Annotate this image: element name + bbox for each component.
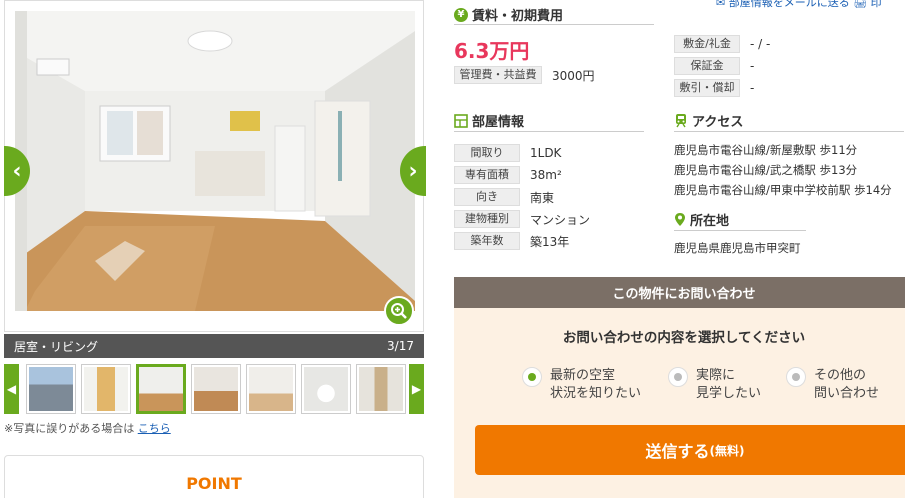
room-heading-text: 部屋情報 [472,115,525,130]
room-row-building-type: 建物種別 マンション [454,210,590,228]
photo-error-text: ※写真に誤りがある場合は [4,422,135,435]
room-value: 築13年 [530,234,570,249]
room-row-age: 築年数 築13年 [454,232,569,250]
room-label: 築年数 [454,232,520,250]
inquiry-option-vacancy[interactable]: 最新の空室 状況を知りたい [522,367,641,403]
deposit-value: - / - [750,37,771,51]
divider [674,131,904,132]
map-pin-icon [675,213,685,226]
chevron-left-icon: ‹ [12,158,22,184]
thumb-next-button[interactable]: ▶ [409,364,424,414]
discount-row: 敷引・償却 - [674,79,754,97]
room-value: 1LDK [530,146,562,160]
zoom-in-icon [391,303,407,319]
photo-error-link[interactable]: こちら [138,422,171,435]
thumb-prev-button[interactable]: ◀ [4,364,19,414]
thumbnail-4[interactable] [191,364,241,414]
room-photo-image [15,11,415,311]
room-label: 専有面積 [454,166,520,184]
management-fee-value: 3000円 [552,68,595,83]
radio-button[interactable] [786,367,806,387]
point-title: POINT [186,474,242,493]
photo-caption-bar: 居室・リビング 3/17 [4,334,424,358]
access-heading-text: アクセス [692,115,744,130]
inquiry-form: この物件にお問い合わせ お問い合わせの内容を選択してください 最新の空室 状況を知… [454,277,905,498]
room-label: 間取り [454,144,520,162]
rent-heading-text: 賃料・初期費用 [472,9,564,24]
management-fee-row: 管理費・共益費 3000円 [454,66,595,84]
deposit-row: 敷金/礼金 - / - [674,35,770,53]
access-line: 鹿児島市電谷山線/甲東中学校前駅 歩14分 [674,183,892,197]
inquiry-option-label: 最新の空室 状況を知りたい [550,368,642,401]
room-row-direction: 向き 南東 [454,188,554,206]
room-value: 38m² [530,168,562,182]
rent-section-heading: ¥ 賃料・初期費用 [454,5,563,24]
zoom-button[interactable] [384,296,414,326]
radio-button[interactable] [668,367,688,387]
guarantee-label: 保証金 [674,57,740,75]
radio-button[interactable] [522,367,542,387]
guarantee-value: - [750,59,755,73]
inquiry-option-label: 実際に 見学したい [696,368,762,401]
top-action-links[interactable]: ✉ 部屋情報をメールに送る 🖨 印 [716,0,882,10]
divider [454,24,654,25]
main-photo[interactable] [15,11,415,311]
discount-label: 敷引・償却 [674,79,740,97]
floorplan-icon [454,113,468,128]
train-icon [676,114,686,128]
yen-icon: ¥ [454,7,468,22]
property-detail-page: ‹ › 居室・リビング 3/17 ◀ ▶ ※写真に誤りがある場合は こちら PO… [0,0,905,498]
access-line: 鹿児島市電谷山線/武之橋駅 歩13分 [674,163,858,177]
triangle-right-icon: ▶ [411,382,422,396]
address: 鹿児島県鹿児島市甲突町 [674,241,801,255]
thumbnail-list [26,364,406,414]
rent-amount: 6.3万円 [454,39,530,63]
thumbnail-6[interactable] [301,364,351,414]
location-section-heading: 所在地 [674,210,729,229]
divider [454,131,644,132]
access-section-heading: アクセス [674,111,743,130]
management-fee-label: 管理費・共益費 [454,66,542,84]
access-line: 鹿児島市電谷山線/新屋敷駅 歩11分 [674,143,858,157]
room-label: 向き [454,188,520,206]
thumbnail-7[interactable] [356,364,406,414]
room-value: 南東 [530,190,555,205]
send-button-suffix: (無料) [709,443,745,458]
chevron-right-icon: › [408,158,418,184]
send-button-label: 送信する [645,442,710,461]
room-row-area: 専有面積 38m² [454,166,562,184]
photo-counter: 3/17 [387,339,414,353]
room-value: マンション [530,212,591,227]
thumbnail-1[interactable] [26,364,76,414]
thumbnail-5[interactable] [246,364,296,414]
location-heading-text: 所在地 [690,214,730,229]
room-section-heading: 部屋情報 [454,111,524,130]
thumbnail-strip: ◀ ▶ [4,364,424,414]
inquiry-header: この物件にお問い合わせ [454,277,905,308]
thumbnail-2[interactable] [81,364,131,414]
room-label: 建物種別 [454,210,520,228]
inquiry-option-other[interactable]: その他の 問い合わせ [786,367,879,403]
inquiry-question: お問い合わせの内容を選択してください [562,330,806,346]
deposit-label: 敷金/礼金 [674,35,740,53]
inquiry-option-label: その他の 問い合わせ [814,368,880,401]
inquiry-option-visit[interactable]: 実際に 見学したい [668,367,761,403]
discount-value: - [750,81,755,95]
photo-gallery: ‹ › 居室・リビング 3/17 [4,0,426,360]
triangle-left-icon: ◀ [6,382,17,396]
photo-caption: 居室・リビング [14,339,99,354]
main-photo-frame [4,0,424,332]
guarantee-row: 保証金 - [674,57,754,75]
room-row-layout: 間取り 1LDK [454,144,561,162]
divider [674,230,806,231]
photo-error-note: ※写真に誤りがある場合は こちら [4,420,171,436]
send-button[interactable]: 送信する (無料) [475,425,905,475]
point-box: POINT [4,455,424,498]
thumbnail-3[interactable] [136,364,186,414]
